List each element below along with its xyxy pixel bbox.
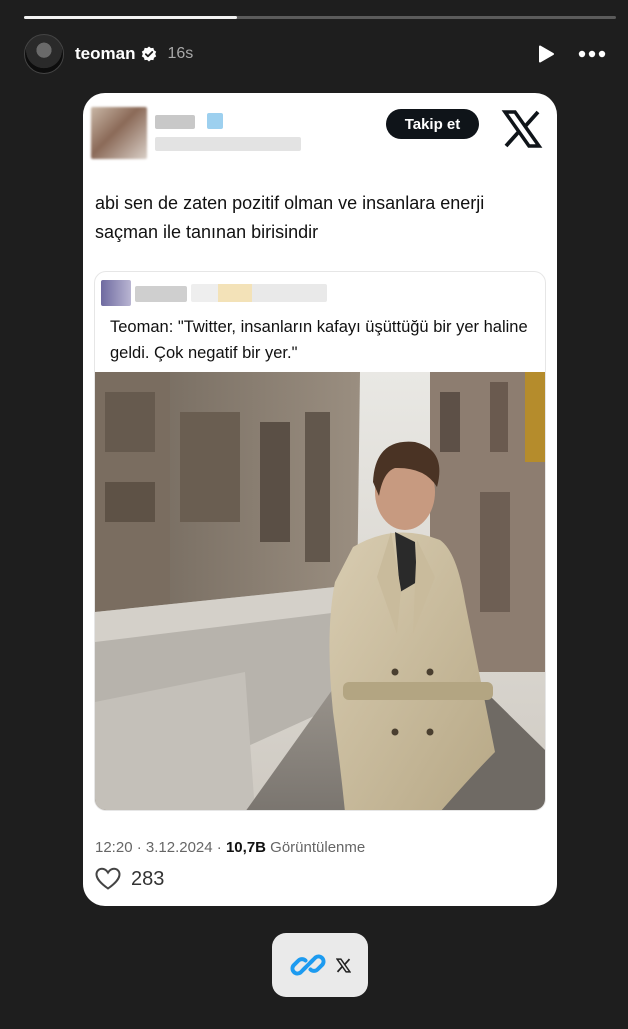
link-icon	[290, 954, 325, 976]
views-label: Görüntülenme	[270, 839, 366, 856]
blurred-author-avatar	[91, 107, 147, 159]
x-logo-icon[interactable]	[501, 109, 543, 149]
follow-button[interactable]: Takip et	[386, 109, 479, 139]
play-icon[interactable]	[536, 44, 556, 64]
heart-icon[interactable]	[95, 867, 121, 891]
tweet-text: abi sen de zaten pozitif olman ve insanl…	[95, 193, 485, 242]
blurred-author-handle	[155, 137, 301, 151]
views-count: 10,7B	[225, 839, 266, 856]
tweet-date: 3.12.2024	[145, 839, 213, 856]
quoted-tweet-text: Teoman: "Twitter, insanların kafayı üşüt…	[110, 318, 528, 362]
username[interactable]: teoman	[75, 44, 135, 64]
profile-avatar[interactable]	[24, 34, 64, 74]
blurred-author-name	[155, 115, 195, 129]
tweet-meta: 12:20 · 3.12.2024 · 10,7B Görüntülenme	[95, 839, 365, 856]
meta-separator: ·	[216, 839, 222, 856]
tweet-time: 12:20	[95, 839, 133, 856]
blurred-quote-avatar	[101, 280, 131, 306]
link-sticker[interactable]	[272, 933, 368, 997]
quoted-tweet-image[interactable]	[95, 372, 546, 811]
likes-count: 283	[131, 867, 165, 890]
quoted-tweet[interactable]: Teoman: "Twitter, insanların kafayı üşüt…	[94, 271, 546, 811]
x-logo-icon	[335, 957, 351, 973]
story-progress-bar	[24, 16, 616, 19]
post-time: 16s	[167, 45, 194, 62]
story-progress-fill	[24, 16, 238, 19]
meta-separator: ·	[136, 839, 142, 856]
verified-badge-icon	[142, 46, 157, 62]
story-header: teoman 16s	[24, 34, 606, 74]
tweet-card[interactable]: Takip et abi sen de zaten pozitif olman …	[83, 93, 557, 906]
more-horizontal-icon[interactable]	[578, 50, 606, 58]
likes-row[interactable]: 283	[95, 864, 164, 894]
blurred-verified-mark	[207, 113, 223, 129]
blurred-quote-author	[135, 286, 187, 302]
blurred-quote-handle	[191, 284, 327, 302]
